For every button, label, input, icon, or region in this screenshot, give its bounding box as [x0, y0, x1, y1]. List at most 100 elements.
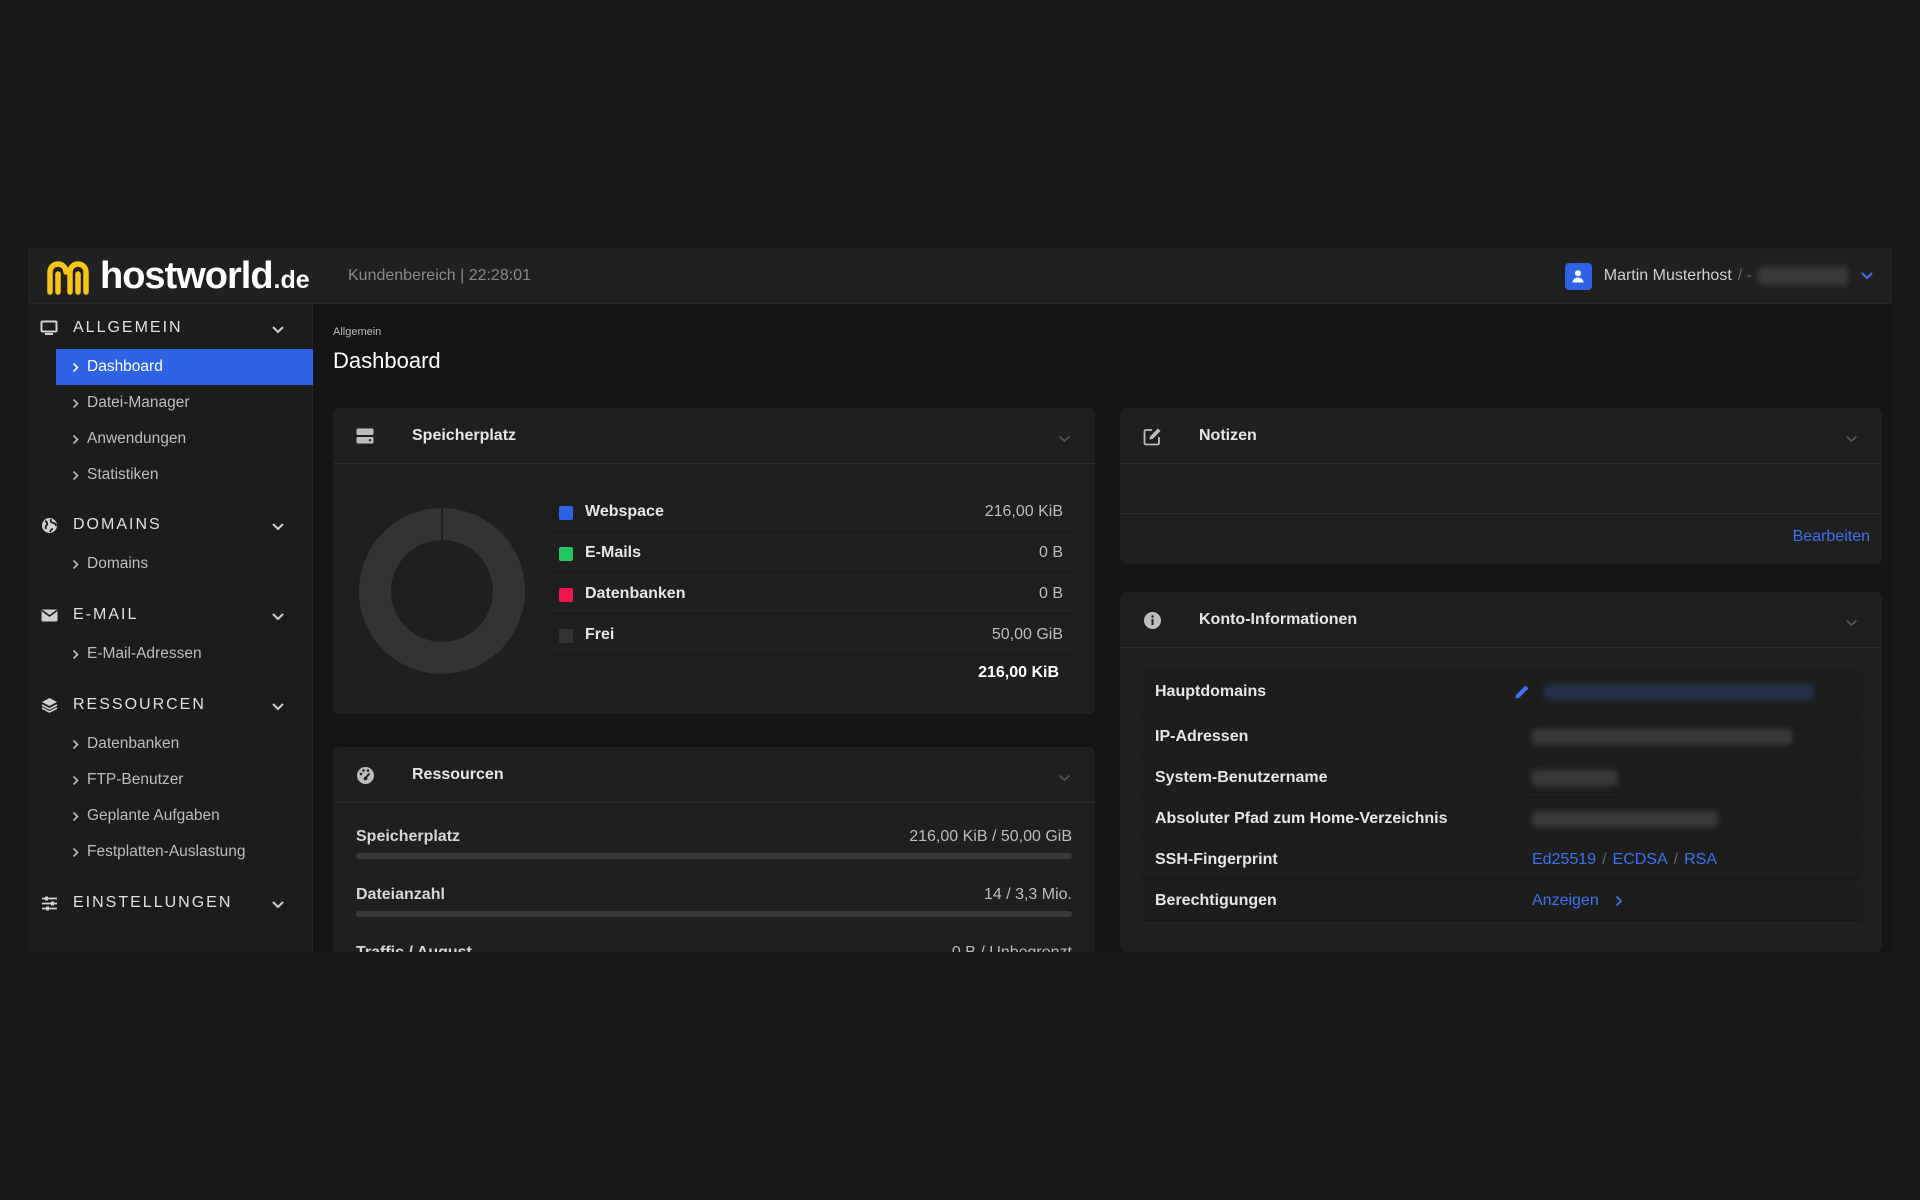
sidebar-item-label: Datenbanken — [87, 735, 180, 752]
storage-total: 216,00 KiB — [978, 664, 1059, 681]
card-title: Speicherplatz — [412, 427, 517, 444]
legend-row-datenbanken: Datenbanken 0 B — [551, 574, 1073, 614]
brand-tld: .de — [273, 266, 310, 294]
chevron-down-icon[interactable] — [1845, 614, 1858, 632]
sidebar-section-allgemein[interactable]: ALLGEMEIN — [28, 308, 313, 348]
chevron-down-icon[interactable] — [1058, 769, 1071, 787]
chevron-right-icon[interactable] — [1615, 895, 1623, 907]
account-row-system-user: System-Benutzername — [1142, 758, 1862, 798]
account-label: Absoluter Pfad zum Home-Verzeichnis — [1155, 810, 1448, 827]
card-header[interactable]: Ressourcen — [333, 747, 1095, 803]
sidebar-item-ftp-benutzer[interactable]: FTP-Benutzer — [56, 762, 313, 798]
resource-label: Traffic / August — [356, 944, 472, 952]
chevron-down-icon[interactable] — [1860, 271, 1874, 281]
account-label: Berechtigungen — [1155, 892, 1277, 909]
account-row-ip: IP-Adressen — [1142, 717, 1862, 757]
chevron-right-icon — [72, 398, 79, 409]
redacted-account-id — [1758, 267, 1848, 285]
account-value[interactable]: Anzeigen — [1532, 881, 1623, 921]
separator: / — [1602, 851, 1607, 868]
resource-row-speicherplatz: Speicherplatz 216,00 KiB / 50,00 GiB — [356, 828, 1072, 880]
card-header[interactable]: Konto-Informationen — [1120, 592, 1882, 648]
card-header[interactable]: Speicherplatz — [333, 408, 1095, 464]
sidebar-item-datenbanken[interactable]: Datenbanken — [56, 726, 313, 762]
user-menu[interactable]: Martin Musterhost / - — [1564, 248, 1874, 304]
logo[interactable]: hostworld .de — [46, 253, 310, 299]
chevron-down-icon[interactable] — [1845, 430, 1858, 448]
chevron-right-icon — [72, 775, 79, 786]
account-value: Ed25519 / ECDSA / RSA — [1532, 840, 1717, 880]
legend-label: Datenbanken — [585, 585, 686, 602]
sidebar-item-label: Datei-Manager — [87, 394, 190, 411]
sidebar-section-email[interactable]: E-MAIL — [28, 595, 313, 635]
chevron-right-icon — [72, 434, 79, 445]
chevron-down-icon[interactable] — [271, 519, 285, 537]
notes-content[interactable] — [1120, 464, 1882, 514]
sidebar-item-label: Festplatten-Auslastung — [87, 843, 246, 860]
sidebar-item-festplatten-auslastung[interactable]: Festplatten-Auslastung — [56, 834, 313, 870]
sidebar-item-domains[interactable]: Domains — [56, 546, 313, 582]
legend-row-frei: Frei 50,00 GiB — [551, 615, 1073, 655]
sidebar-item-anwendungen[interactable]: Anwendungen — [56, 421, 313, 457]
separator: / — [1673, 851, 1679, 868]
legend-row-emails: E-Mails 0 B — [551, 533, 1073, 573]
ssh-ecdsa-link[interactable]: ECDSA — [1613, 851, 1668, 869]
user-separator: / - — [1737, 267, 1752, 284]
redacted-username — [1532, 770, 1618, 786]
legend-swatch — [559, 547, 573, 561]
breadcrumb[interactable]: Allgemein — [333, 326, 381, 338]
sidebar-item-label: Anwendungen — [87, 430, 187, 447]
redacted-path — [1532, 811, 1718, 827]
account-value — [1532, 799, 1718, 839]
account-row-main-domains: Hauptdomains — [1142, 668, 1862, 716]
chevron-right-icon — [72, 649, 79, 660]
chevron-down-icon[interactable] — [271, 699, 285, 717]
account-value — [1532, 758, 1618, 798]
resource-progress-bar — [356, 911, 1072, 917]
sidebar-item-statistiken[interactable]: Statistiken — [56, 457, 313, 493]
account-row-home-path: Absoluter Pfad zum Home-Verzeichnis — [1142, 799, 1862, 839]
sidebar-item-geplante-aufgaben[interactable]: Geplante Aufgaben — [56, 798, 313, 834]
show-permissions-link[interactable]: Anzeigen — [1532, 892, 1599, 910]
sidebar-item-datei-manager[interactable]: Datei-Manager — [56, 385, 313, 421]
resource-value: 0 B / Unbegrenzt — [952, 944, 1072, 952]
sidebar-item-dashboard[interactable]: Dashboard — [56, 349, 313, 385]
brand-name: hostworld — [100, 254, 274, 297]
envelope-icon — [40, 607, 58, 623]
sidebar-section-domains[interactable]: DOMAINS — [28, 505, 313, 545]
sidebar-item-label: Domains — [87, 555, 149, 572]
sidebar-section-ressourcen[interactable]: RESSOURCEN — [28, 685, 313, 725]
resource-row-traffic: Traffic / August 0 B / Unbegrenzt — [356, 944, 1072, 952]
section-label: EINSTELLUNGEN — [73, 894, 233, 911]
ssh-rsa-link[interactable]: RSA — [1684, 851, 1717, 869]
card-header[interactable]: Notizen — [1120, 408, 1882, 464]
resource-progress-bar — [356, 853, 1072, 859]
redacted-ip — [1532, 729, 1792, 745]
user-icon — [1564, 262, 1592, 290]
section-label: ALLGEMEIN — [73, 319, 183, 336]
chevron-down-icon[interactable] — [271, 609, 285, 627]
resource-row-dateianzahl: Dateianzahl 14 / 3,3 Mio. — [356, 886, 1072, 938]
sidebar-item-label: Statistiken — [87, 466, 159, 483]
sidebar-item-label: Dashboard — [87, 358, 163, 375]
sidebar-item-email-adressen[interactable]: E-Mail-Adressen — [56, 636, 313, 672]
legend-row-webspace: Webspace 216,00 KiB — [551, 492, 1073, 532]
section-label: E-MAIL — [73, 606, 139, 623]
resource-label: Dateianzahl — [356, 886, 445, 903]
user-name: Martin Musterhost — [1603, 267, 1732, 284]
sliders-icon — [40, 895, 58, 911]
edit-icon — [1142, 426, 1162, 446]
gauge-icon — [355, 765, 375, 785]
page-title: Dashboard — [333, 348, 441, 373]
card-title: Notizen — [1199, 427, 1257, 444]
chevron-down-icon[interactable] — [1058, 430, 1071, 448]
section-label: DOMAINS — [73, 516, 162, 533]
sidebar-section-einstellungen[interactable]: EINSTELLUNGEN — [28, 883, 313, 923]
ssh-ed25519-link[interactable]: Ed25519 — [1532, 851, 1596, 869]
chevron-right-icon — [72, 847, 79, 858]
chevron-down-icon[interactable] — [271, 322, 285, 340]
chevron-down-icon[interactable] — [271, 897, 285, 915]
edit-notes-link[interactable]: Bearbeiten — [1793, 528, 1870, 546]
pencil-icon[interactable] — [1514, 684, 1530, 700]
chevron-right-icon — [72, 811, 79, 822]
